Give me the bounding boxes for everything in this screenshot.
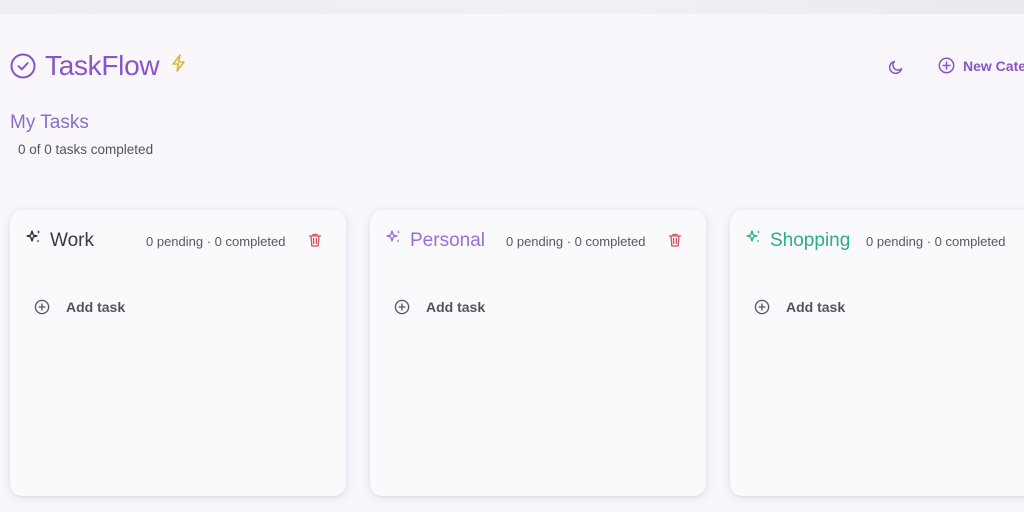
add-task-label: Add task [66,299,126,315]
category-card-work: Work 0 pending · 0 completed Add task [10,210,346,496]
plus-circle-icon [34,299,50,315]
add-task-label: Add task [786,299,846,315]
new-category-label: New Categ [963,57,1024,74]
category-card-personal: Personal 0 pending · 0 completed Add tas… [370,210,706,496]
category-title: Personal [410,230,485,251]
app-title: TaskFlow [45,50,160,81]
top-bar-strip [0,0,1024,14]
sparkles-icon [26,230,41,243]
sparkles-icon [746,230,761,243]
category-title: Shopping [770,230,851,251]
plus-circle-icon [938,57,955,74]
category-counts: 0 pending · 0 completed [146,234,286,249]
add-task-button[interactable]: Add task [754,299,845,315]
theme-toggle-button[interactable] [886,57,906,77]
category-title: Work [50,230,94,251]
trash-icon[interactable] [667,232,683,248]
plus-circle-icon [394,299,410,315]
add-task-label: Add task [426,299,486,315]
page-title: My Tasks [10,112,89,133]
check-circle-icon [10,53,36,79]
category-counts: 0 pending · 0 completed [506,234,646,249]
lightning-bolt-icon [172,54,186,72]
add-task-button[interactable]: Add task [34,299,125,315]
add-task-button[interactable]: Add task [394,299,485,315]
new-category-button[interactable]: New Categ [938,57,1024,74]
moon-icon [888,60,903,75]
category-card-shopping: Shopping 0 pending · 0 completed Add tas… [730,210,1024,496]
category-counts: 0 pending · 0 completed [866,234,1006,249]
plus-circle-icon [754,299,770,315]
task-summary: 0 of 0 tasks completed [18,142,154,157]
app-header: TaskFlow [10,50,186,82]
sparkles-icon [386,230,401,243]
trash-icon[interactable] [307,232,323,248]
